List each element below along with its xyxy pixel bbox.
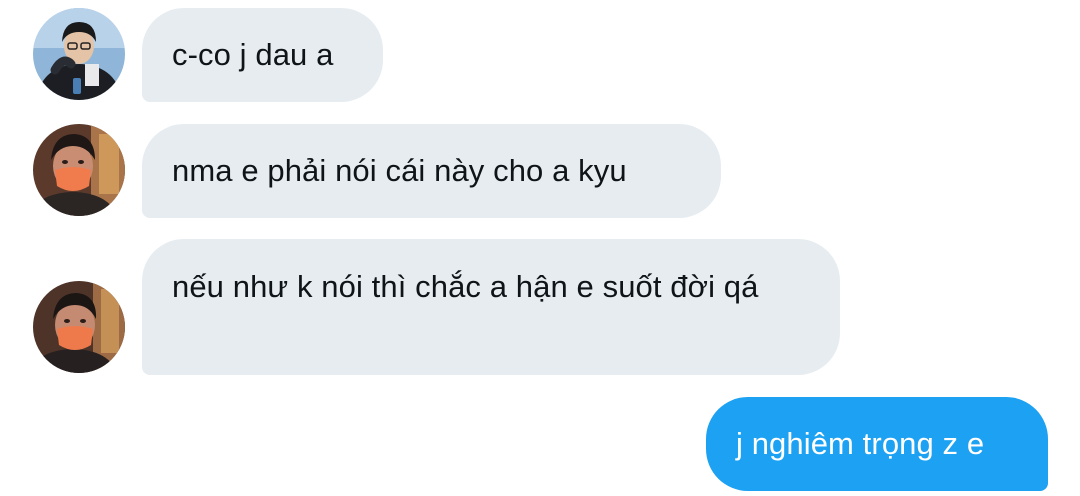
message-text: j nghiêm trọng z e [736, 426, 985, 461]
message-text: nma e phải nói cái này cho a kyu [172, 153, 627, 188]
avatar-icon[interactable] [33, 8, 125, 100]
message-text: nếu như k nói thì chắc a hận e suốt đời … [172, 269, 759, 304]
message-bubble-incoming[interactable]: nếu như k nói thì chắc a hận e suốt đời … [142, 239, 840, 375]
message-bubble-outgoing[interactable]: j nghiêm trọng z e [706, 397, 1048, 491]
message-text: c-co j dau a [172, 37, 334, 72]
avatar-icon[interactable] [33, 124, 125, 216]
message-bubble-incoming[interactable]: nma e phải nói cái này cho a kyu [142, 124, 721, 218]
message-bubble-incoming[interactable]: c-co j dau a [142, 8, 383, 102]
avatar-icon[interactable] [33, 281, 125, 373]
